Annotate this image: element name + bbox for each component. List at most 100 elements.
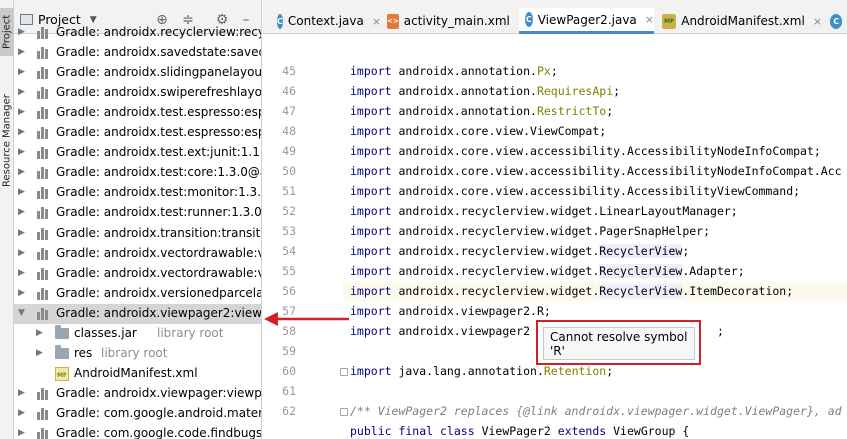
code-token: ViewGroup {	[613, 424, 690, 438]
annotation-highlight-box: Cannot resolve symbol 'R'	[536, 320, 701, 365]
tree-library-item[interactable]: ▶ Gradle: androidx.slidingpanelayout:slid…	[14, 63, 262, 83]
editor-tab[interactable]: MF AndroidManifest.xml ×	[656, 8, 822, 34]
code-editor[interactable]: 45 46 47 48 49 50 51 52 53 54 55 56 57 58 59 60 61 62 imp…	[263, 35, 847, 439]
expand-arrow-right-icon[interactable]: ▶	[18, 87, 28, 97]
expand-arrow-right-icon[interactable]: ▶	[18, 187, 28, 197]
manifest-icon: MF	[662, 13, 677, 29]
expand-arrow-right-icon[interactable]: ▶	[18, 428, 28, 438]
expand-arrow-right-icon[interactable]: ▶	[36, 348, 46, 358]
line-number: 53	[282, 224, 296, 238]
expand-arrow-right-icon[interactable]: ▶	[18, 207, 28, 217]
tree-library-item[interactable]: ▶ Gradle: androidx.viewpager:viewpager:1	[14, 384, 261, 404]
tree-item-label: Gradle: com.google.code.findbugs:jsr30	[56, 426, 262, 439]
tree-library-item[interactable]: ▶ Gradle: androidx.test:runner:1.3.0@aar	[14, 203, 261, 223]
code-line[interactable]: /** ViewPager2 replaces {@link androidx.…	[350, 404, 842, 418]
code-keyword: import	[350, 364, 399, 378]
tree-library-item[interactable]: ▶ Gradle: androidx.test.espresso:espresso…	[14, 103, 261, 123]
tree-child-item[interactable]: ▶ res library root	[14, 344, 261, 364]
code-token: ;	[682, 244, 690, 258]
expand-arrow-right-icon[interactable]: ▶	[18, 248, 28, 258]
resource-manager-tool-tab[interactable]: Resource Manager	[0, 92, 14, 190]
editor-tab[interactable]: CL	[824, 8, 847, 34]
code-keyword: import	[350, 164, 399, 178]
fold-marker-icon[interactable]	[340, 408, 348, 416]
expand-arrow-right-icon[interactable]: ▶	[18, 408, 28, 418]
code-token: androidx.recyclerview.widget.	[398, 264, 600, 278]
code-token: RecyclerView	[599, 264, 683, 278]
tree-item-label: Gradle: androidx.test:core:1.3.0@aar	[56, 165, 262, 180]
tree-library-item[interactable]: ▶ Gradle: androidx.vectordrawable:vector	[14, 244, 261, 264]
expand-arrow-right-icon[interactable]: ▶	[18, 67, 28, 77]
expand-arrow-right-icon[interactable]: ▶	[18, 288, 28, 298]
tree-child-item[interactable]: MF AndroidManifest.xml	[14, 364, 261, 384]
close-icon[interactable]: ×	[645, 13, 654, 26]
code-line[interactable]: import androidx.recyclerview.widget.Recy…	[350, 284, 793, 298]
tree-item-label: Gradle: androidx.slidingpanelayout:slidi	[56, 65, 262, 80]
code-token: androidx.core.view.accessibility.Accessi…	[398, 184, 801, 198]
expand-arrow-right-icon[interactable]: ▶	[18, 47, 28, 57]
code-token: androidx.core.view.accessibility.Accessi…	[398, 164, 842, 178]
code-line[interactable]: import androidx.annotation.RequiresApi;	[350, 84, 620, 98]
code-token: /** ViewPager2 replaces {@link androidx.…	[350, 404, 842, 418]
code-keyword: import	[350, 104, 399, 118]
code-line[interactable]: public final class ViewPager2 extends Vi…	[350, 424, 689, 438]
fold-marker-icon[interactable]	[340, 368, 348, 376]
expand-arrow-right-icon[interactable]: ▶	[36, 328, 46, 338]
code-line[interactable]: import androidx.viewpager2.R;	[350, 304, 551, 318]
project-tool-tab[interactable]: Project	[0, 8, 14, 56]
close-icon[interactable]: ×	[372, 15, 381, 28]
tree-library-item[interactable]: ▶ Gradle: androidx.swiperefreshlayout:sw	[14, 83, 261, 103]
code-keyword: import	[350, 204, 399, 218]
editor-tab-bar: C Context.java × <> activity_main.xml × C ViewP…	[263, 0, 847, 34]
code-line[interactable]: import java.lang.annotation.Retention;	[350, 364, 613, 378]
editor-tab[interactable]: <>activity_main.xml×	[381, 8, 527, 34]
expand-arrow-right-icon[interactable]: ▶	[18, 27, 28, 37]
code-line[interactable]: import androidx.core.view.accessibility.…	[350, 184, 800, 198]
code-line[interactable]: import androidx.core.view.ViewCompat;	[350, 124, 606, 138]
error-tooltip-text: Cannot resolve symbol 'R'	[550, 329, 688, 358]
code-keyword: import	[350, 144, 399, 158]
tree-child-item[interactable]: ▶ classes.jar library root	[14, 324, 261, 344]
tree-library-item[interactable]: ▼ Gradle: androidx.viewpager2:viewpager	[14, 303, 261, 324]
code-line[interactable]: import androidx.annotation.RestrictTo;	[350, 104, 613, 118]
code-line[interactable]: import androidx.recyclerview.widget.Line…	[350, 204, 738, 218]
tree-library-item[interactable]: ▶ Gradle: androidx.test:core:1.3.0@aar	[14, 163, 262, 183]
code-token: .Adapter;	[682, 264, 745, 278]
tab-label: activity_main.xml	[403, 14, 510, 28]
code-token: RequiresApi	[536, 84, 614, 98]
code-line[interactable]: import androidx.annotation.Px;	[350, 64, 558, 78]
tree-library-item[interactable]: ▶ Gradle: com.google.android.material:m	[14, 404, 261, 424]
editor-tab[interactable]: C ViewPager2.java ×	[519, 8, 654, 34]
library-icon	[37, 287, 51, 301]
tree-library-item[interactable]: ▶ Gradle: androidx.savedstate:savedstate:	[14, 43, 261, 63]
code-line[interactable]: import androidx.core.view.accessibility.…	[350, 164, 842, 178]
expand-arrow-down-icon[interactable]: ▼	[18, 308, 28, 318]
line-number: 49	[282, 144, 296, 158]
tree-library-item[interactable]: ▶ Gradle: androidx.transition:transition:…	[14, 224, 261, 244]
code-line[interactable]: import androidx.core.view.accessibility.…	[350, 144, 821, 158]
code-keyword: import	[350, 284, 399, 298]
tree-library-item[interactable]: ▶ Gradle: androidx.recyclerview:recyclerv…	[14, 23, 261, 43]
expand-arrow-right-icon[interactable]: ▶	[18, 228, 28, 238]
code-token: ;	[606, 364, 614, 378]
tree-library-item[interactable]: ▶ Gradle: com.google.code.findbugs:jsr30	[14, 424, 262, 439]
code-line[interactable]: import androidx.recyclerview.widget.Page…	[350, 224, 710, 238]
expand-arrow-right-icon[interactable]: ▶	[18, 147, 28, 157]
tree-library-item[interactable]: ▶ Gradle: androidx.test:monitor:1.3.0@aar	[14, 183, 261, 203]
tree-library-item[interactable]: ▶ Gradle: androidx.test.ext:junit:1.1.2@a…	[14, 143, 261, 163]
editor-tab[interactable]: C Context.java ×	[271, 8, 381, 34]
library-icon	[37, 86, 51, 100]
expand-arrow-right-icon[interactable]: ▶	[18, 268, 28, 278]
tree-item-sublabel: library root	[101, 345, 168, 360]
tree-library-item[interactable]: ▶ Gradle: androidx.test.espresso:espresso…	[14, 123, 261, 143]
code-line[interactable]: import androidx.recyclerview.widget.Recy…	[350, 244, 689, 258]
library-icon	[37, 387, 51, 401]
expand-arrow-right-icon[interactable]: ▶	[18, 107, 28, 117]
expand-arrow-right-icon[interactable]: ▶	[18, 127, 28, 137]
code-line[interactable]: import androidx.recyclerview.widget.Recy…	[350, 264, 745, 278]
close-icon[interactable]: ×	[813, 15, 822, 28]
expand-arrow-right-icon[interactable]: ▶	[18, 167, 28, 177]
tree-library-item[interactable]: ▶ Gradle: androidx.vectordrawable:vector	[14, 264, 261, 284]
tree-library-item[interactable]: ▶ Gradle: androidx.versionedparcelable:ve	[14, 284, 261, 304]
expand-arrow-right-icon[interactable]: ▶	[18, 388, 28, 398]
